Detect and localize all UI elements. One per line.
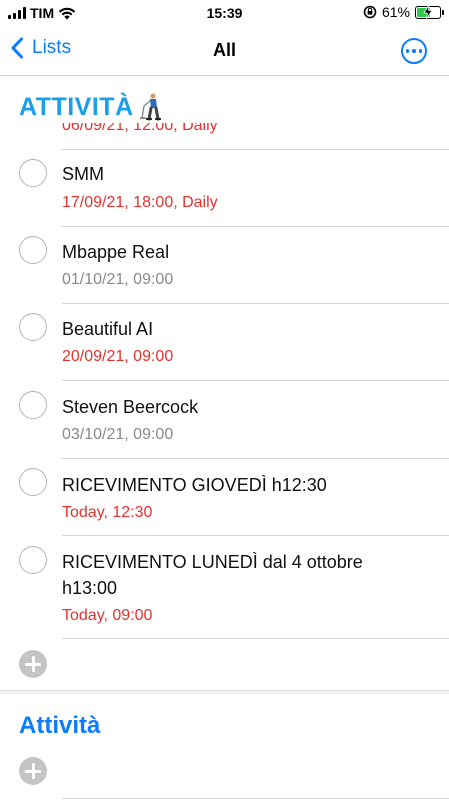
status-bar: TIM 15:39 61% bbox=[0, 0, 449, 28]
reminder-date: Today, 12:30 bbox=[62, 504, 153, 521]
add-reminder-button[interactable] bbox=[19, 650, 47, 678]
reminder-title: SMM bbox=[62, 164, 104, 184]
reminder-date: 01/10/21, 09:00 bbox=[62, 271, 174, 288]
more-options-button[interactable] bbox=[401, 38, 427, 64]
battery-percent: 61% bbox=[381, 4, 410, 20]
reminder-date: 20/09/21, 09:00 bbox=[62, 348, 174, 365]
reminder-title: Beautiful AI bbox=[62, 319, 154, 339]
charging-bolt-icon bbox=[423, 4, 433, 19]
list-title: ATTIVITÀ bbox=[19, 92, 134, 121]
divider bbox=[62, 798, 449, 799]
battery-icon bbox=[415, 4, 444, 19]
page-title: All bbox=[212, 40, 236, 60]
reminder-date: 03/10/21, 09:00 bbox=[62, 426, 174, 443]
reminder-title-line2: h13:00 bbox=[62, 578, 118, 598]
reminder-title: RICEVIMENTO GIOVEDÌ h12:30 bbox=[62, 475, 327, 495]
divider bbox=[62, 638, 449, 639]
navigation-bar: Lists All bbox=[0, 28, 449, 76]
add-reminder-button-secondary[interactable] bbox=[19, 757, 47, 785]
reminder-title: Steven Beercock bbox=[62, 397, 199, 417]
list-title-secondary: Attività bbox=[19, 712, 101, 739]
reminder-title-line1: RICEVIMENTO LUNEDÌ dal 4 ottobre bbox=[62, 552, 363, 572]
divider bbox=[62, 226, 449, 227]
divider bbox=[62, 303, 449, 304]
reminder-date: Today, 09:00 bbox=[62, 607, 153, 624]
complete-checkbox[interactable] bbox=[19, 468, 47, 496]
complete-checkbox[interactable] bbox=[19, 236, 47, 264]
section-separator bbox=[0, 690, 449, 694]
complete-checkbox[interactable] bbox=[19, 391, 47, 419]
reminder-title: Mbappe Real bbox=[62, 242, 170, 262]
orientation-lock-icon bbox=[363, 5, 377, 19]
golfer-icon bbox=[139, 93, 161, 121]
complete-checkbox[interactable] bbox=[19, 313, 47, 341]
status-right: 61% bbox=[363, 4, 444, 20]
complete-checkbox[interactable] bbox=[19, 546, 47, 574]
reminder-date: 17/09/21, 18:00, Daily bbox=[62, 194, 218, 211]
ellipsis-icon bbox=[405, 49, 410, 53]
list-header: ATTIVITÀ bbox=[19, 92, 164, 122]
divider bbox=[62, 535, 449, 536]
divider bbox=[62, 380, 449, 381]
divider bbox=[62, 149, 449, 150]
complete-checkbox[interactable] bbox=[19, 159, 47, 187]
divider bbox=[62, 458, 449, 459]
